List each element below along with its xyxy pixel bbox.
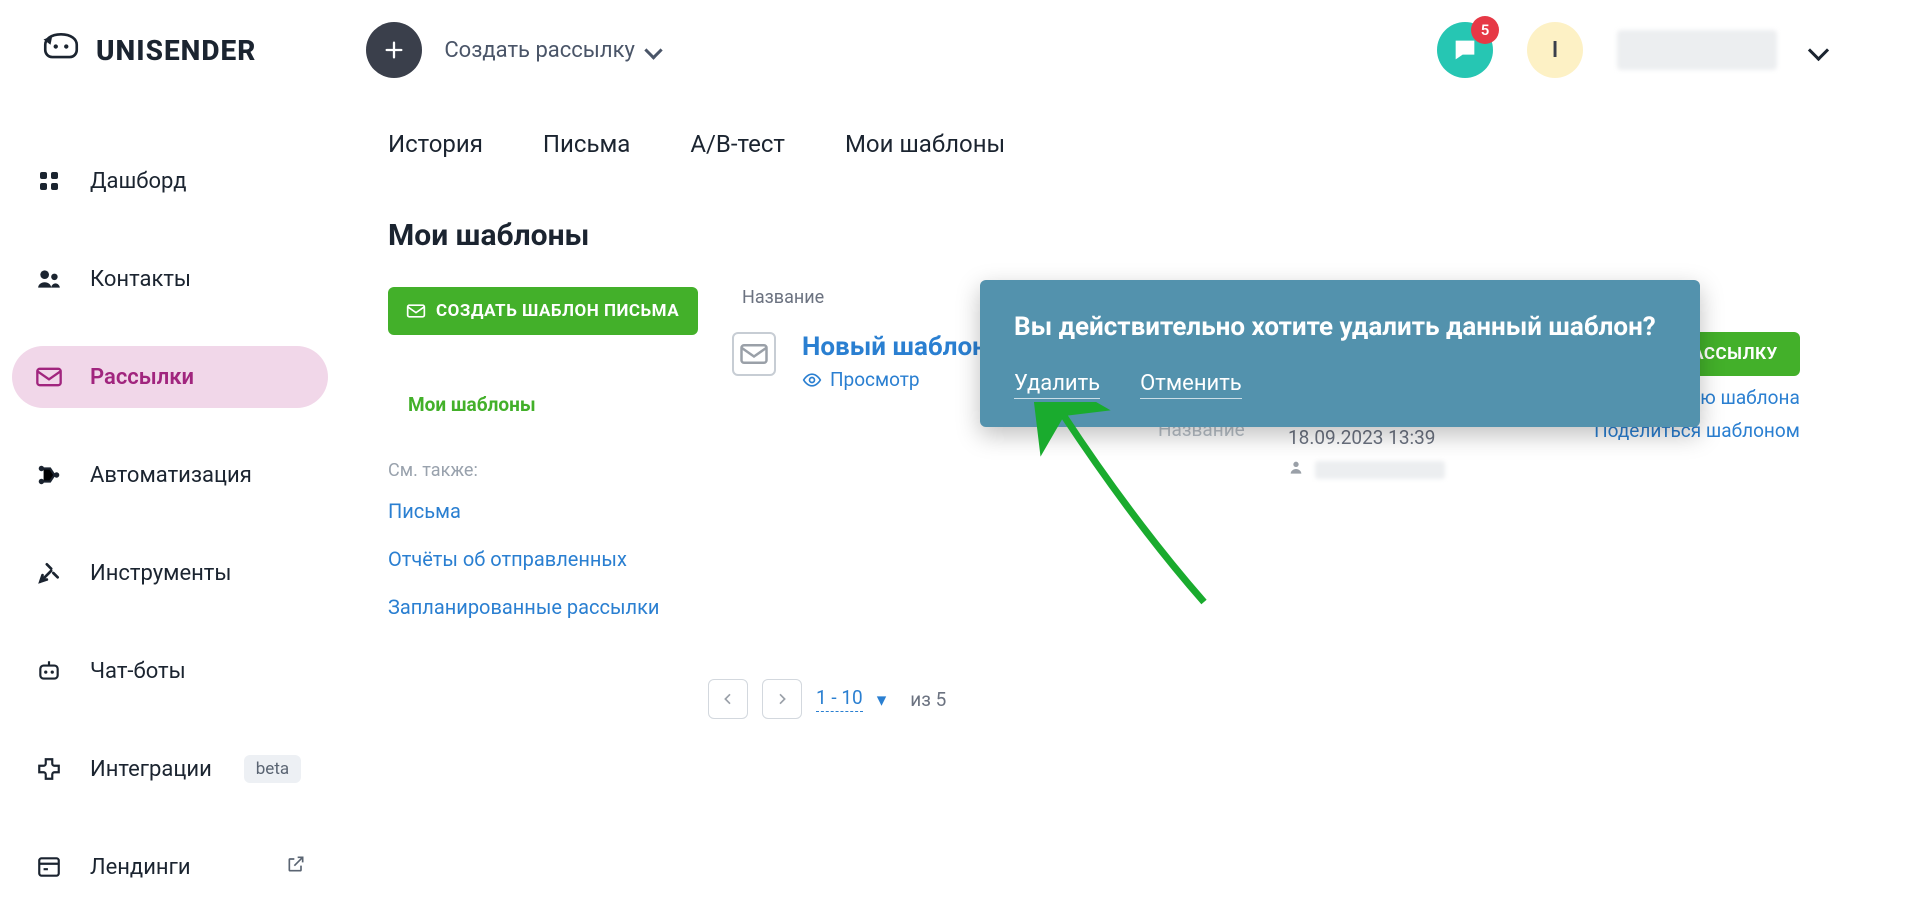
user-name-blurred	[1617, 30, 1777, 70]
sidebar: Дашборд Контакты Рассылки Автоматизация …	[0, 100, 340, 898]
create-template-button[interactable]: СОЗДАТЬ ШАБЛОН ПИСЬМА	[388, 287, 698, 335]
left-column: СОЗДАТЬ ШАБЛОН ПИСЬМА Мои шаблоны См. та…	[388, 287, 698, 643]
sidebar-item-tools[interactable]: Инструменты	[12, 542, 328, 604]
sidebar-item-label: Дашборд	[90, 169, 186, 194]
external-link-icon	[286, 854, 306, 880]
contacts-icon	[34, 264, 64, 294]
link-scheduled[interactable]: Запланированные рассылки	[388, 595, 698, 619]
sidebar-item-label: Чат-боты	[90, 659, 186, 684]
dog-icon	[40, 29, 82, 71]
subnav-my-templates[interactable]: Мои шаблоны	[388, 383, 698, 426]
sidebar-item-contacts[interactable]: Контакты	[12, 248, 328, 310]
sidebar-item-label: Контакты	[90, 267, 191, 292]
prev-page-button[interactable]	[708, 679, 748, 719]
tab-history[interactable]: История	[388, 130, 483, 158]
next-page-button[interactable]	[762, 679, 802, 719]
dialog-actions: Удалить Отменить	[1014, 371, 1666, 399]
tab-bar: История Письма A/B-тест Мои шаблоны	[388, 130, 1858, 158]
header-right: 5 I	[1437, 22, 1866, 78]
app-header: UNISENDER Создать рассылку 5 I	[0, 0, 1906, 100]
create-dropdown[interactable]: Создать рассылку	[444, 38, 660, 63]
sidebar-item-label: Автоматизация	[90, 463, 252, 488]
sidebar-item-label: Инструменты	[90, 561, 231, 586]
brand-text: UNISENDER	[96, 34, 256, 67]
chat-button[interactable]: 5	[1437, 22, 1493, 78]
main-layout: Дашборд Контакты Рассылки Автоматизация …	[0, 100, 1906, 898]
row-user-blurred	[1315, 461, 1445, 479]
landings-icon	[34, 852, 64, 882]
notification-badge: 5	[1471, 16, 1499, 44]
see-also-links: Письма Отчёты об отправленных Запланиров…	[388, 499, 698, 619]
sidebar-item-integrations[interactable]: Интеграции beta	[12, 738, 328, 800]
confirm-delete-dialog: Вы действительно хотите удалить данный ш…	[980, 280, 1700, 427]
tab-mytemplates[interactable]: Мои шаблоны	[845, 130, 1005, 158]
beta-badge: beta	[244, 755, 301, 783]
tools-icon	[34, 558, 64, 588]
user-icon	[1288, 459, 1304, 475]
sidebar-item-label: Рассылки	[90, 365, 194, 390]
mail-icon	[34, 362, 64, 392]
chevron-down-icon	[644, 41, 662, 59]
plus-icon	[383, 39, 405, 61]
avatar[interactable]: I	[1527, 22, 1583, 78]
arrow-right-icon	[774, 691, 790, 707]
arrow-left-icon	[720, 691, 736, 707]
template-envelope-icon	[732, 332, 776, 376]
mail-icon	[406, 301, 426, 321]
sidebar-item-automation[interactable]: Автоматизация	[12, 444, 328, 506]
create-area: Создать рассылку	[366, 22, 660, 78]
eye-icon	[802, 370, 822, 390]
brand-logo[interactable]: UNISENDER	[40, 29, 256, 71]
dialog-delete-button[interactable]: Удалить	[1014, 371, 1100, 399]
tab-letters[interactable]: Письма	[543, 130, 630, 158]
col-name-header[interactable]: Название	[742, 287, 824, 308]
chatbot-icon	[34, 656, 64, 686]
see-also-label: См. также:	[388, 460, 698, 481]
integrations-icon	[34, 754, 64, 784]
link-reports[interactable]: Отчёты об отправленных	[388, 547, 698, 571]
sidebar-item-label: Интеграции	[90, 757, 212, 782]
page-range-dropdown[interactable]: 1 - 10	[816, 686, 863, 712]
sidebar-item-dashboard[interactable]: Дашборд	[12, 150, 328, 212]
sidebar-item-campaigns[interactable]: Рассылки	[12, 346, 328, 408]
sidebar-item-label: Лендинги	[90, 855, 191, 880]
page-title: Мои шаблоны	[388, 218, 1858, 253]
dialog-cancel-button[interactable]: Отменить	[1140, 371, 1242, 399]
sidebar-item-landings[interactable]: Лендинги	[12, 836, 328, 898]
page-of-text: из 5	[910, 688, 946, 711]
create-plus-button[interactable]	[366, 22, 422, 78]
dialog-title: Вы действительно хотите удалить данный ш…	[1014, 310, 1666, 345]
main-content: История Письма A/B-тест Мои шаблоны Мои …	[340, 100, 1906, 779]
dashboard-icon	[34, 166, 64, 196]
sidebar-item-chatbots[interactable]: Чат-боты	[12, 640, 328, 702]
sub-nav: Мои шаблоны См. также: Письма Отчёты об …	[388, 383, 698, 619]
pagination: 1 - 10 ▾ из 5	[708, 679, 1858, 719]
chevron-down-icon: ▾	[877, 688, 887, 711]
link-letters[interactable]: Письма	[388, 499, 698, 523]
create-template-label: СОЗДАТЬ ШАБЛОН ПИСЬМА	[436, 301, 679, 321]
account-chevron-down-icon[interactable]	[1808, 39, 1829, 60]
tab-abtest[interactable]: A/B-тест	[690, 130, 785, 158]
automation-icon	[34, 460, 64, 490]
create-dropdown-label: Создать рассылку	[444, 38, 635, 63]
